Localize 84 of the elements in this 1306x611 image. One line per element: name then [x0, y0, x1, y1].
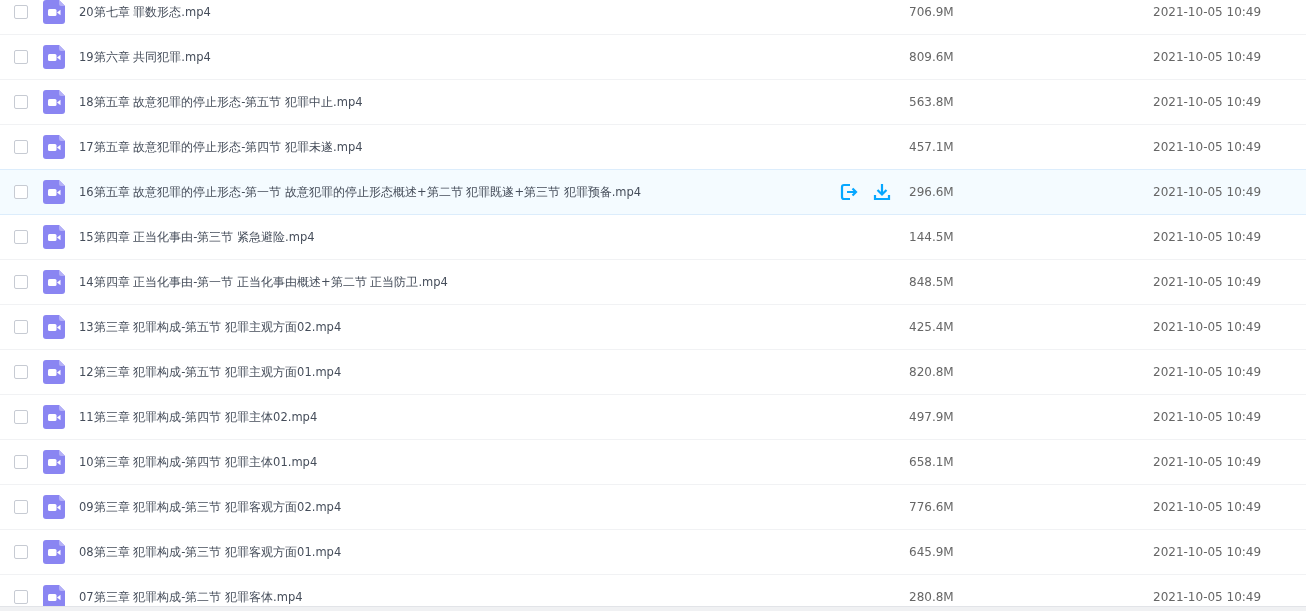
checkbox[interactable]: [14, 140, 28, 154]
file-size: 296.6M: [909, 185, 955, 199]
download-icon[interactable]: [872, 182, 892, 202]
modified-date: 2021-10-05 10:49: [1153, 185, 1262, 199]
checkbox[interactable]: [14, 365, 28, 379]
file-size: 563.8M: [909, 95, 955, 109]
file-size: 706.9M: [909, 5, 955, 19]
checkbox[interactable]: [14, 185, 28, 199]
file-row[interactable]: 11第三章 犯罪构成-第四节 犯罪主体02.mp4 497.9M 2021-10-05 10:49: [0, 395, 1306, 440]
file-row[interactable]: 10第三章 犯罪构成-第四节 犯罪主体01.mp4 658.1M 2021-10-05 10:49: [0, 440, 1306, 485]
video-file-icon: [43, 180, 65, 204]
video-file-icon: [43, 495, 65, 519]
file-name[interactable]: 17第五章 故意犯罪的停止形态-第四节 犯罪未遂.mp4: [79, 139, 839, 155]
file-row[interactable]: 20第七章 罪数形态.mp4 706.9M 2021-10-05 10:49: [0, 0, 1306, 35]
checkbox[interactable]: [14, 500, 28, 514]
modified-date: 2021-10-05 10:49: [1153, 365, 1262, 379]
modified-date: 2021-10-05 10:49: [1153, 410, 1262, 424]
video-file-icon: [43, 45, 65, 69]
video-file-icon: [43, 405, 65, 429]
file-name[interactable]: 08第三章 犯罪构成-第三节 犯罪客观方面01.mp4: [79, 544, 839, 560]
video-file-icon: [43, 135, 65, 159]
checkbox[interactable]: [14, 5, 28, 19]
modified-date: 2021-10-05 10:49: [1153, 50, 1262, 64]
file-row[interactable]: 15第四章 正当化事由-第三节 紧急避险.mp4 144.5M 2021-10-05 10:49: [0, 215, 1306, 260]
checkbox[interactable]: [14, 275, 28, 289]
file-size: 658.1M: [909, 455, 955, 469]
checkbox[interactable]: [14, 545, 28, 559]
share-icon[interactable]: [839, 182, 859, 202]
file-name[interactable]: 14第四章 正当化事由-第一节 正当化事由概述+第二节 正当防卫.mp4: [79, 274, 839, 290]
modified-date: 2021-10-05 10:49: [1153, 5, 1262, 19]
video-file-icon: [43, 0, 65, 24]
file-row[interactable]: 18第五章 故意犯罪的停止形态-第五节 犯罪中止.mp4 563.8M 2021-10-05 10:49: [0, 80, 1306, 125]
file-size: 848.5M: [909, 275, 955, 289]
video-file-icon: [43, 225, 65, 249]
checkbox[interactable]: [14, 50, 28, 64]
file-name[interactable]: 19第六章 共同犯罪.mp4: [79, 49, 839, 65]
modified-date: 2021-10-05 10:49: [1153, 500, 1262, 514]
file-size: 144.5M: [909, 230, 955, 244]
modified-date: 2021-10-05 10:49: [1153, 590, 1262, 604]
file-size: 809.6M: [909, 50, 955, 64]
file-size: 497.9M: [909, 410, 955, 424]
file-size: 645.9M: [909, 545, 955, 559]
file-row[interactable]: 09第三章 犯罪构成-第三节 犯罪客观方面02.mp4 776.6M 2021-10-05 10:49: [0, 485, 1306, 530]
file-row[interactable]: 14第四章 正当化事由-第一节 正当化事由概述+第二节 正当防卫.mp4 848.5M 2021-10-05 10:49: [0, 260, 1306, 305]
file-size: 776.6M: [909, 500, 955, 514]
video-file-icon: [43, 315, 65, 339]
video-file-icon: [43, 585, 65, 606]
file-row[interactable]: 19第六章 共同犯罪.mp4 809.6M 2021-10-05 10:49: [0, 35, 1306, 80]
checkbox[interactable]: [14, 455, 28, 469]
file-name[interactable]: 16第五章 故意犯罪的停止形态-第一节 故意犯罪的停止形态概述+第二节 犯罪既遂+第三节 犯罪预备.mp4: [79, 184, 839, 200]
file-name[interactable]: 12第三章 犯罪构成-第五节 犯罪主观方面01.mp4: [79, 364, 839, 380]
file-row-highlight[interactable]: 16第五章 故意犯罪的停止形态-第一节 故意犯罪的停止形态概述+第二节 犯罪既遂+第三节 犯罪预备.mp4 296.6M 2021-10-05 10:49: [0, 169, 1306, 215]
file-size: 820.8M: [909, 365, 955, 379]
checkbox[interactable]: [14, 95, 28, 109]
modified-date: 2021-10-05 10:49: [1153, 230, 1262, 244]
file-name[interactable]: 07第三章 犯罪构成-第二节 犯罪客体.mp4: [79, 589, 839, 605]
file-size: 280.8M: [909, 590, 955, 604]
modified-date: 2021-10-05 10:49: [1153, 140, 1262, 154]
file-row[interactable]: 08第三章 犯罪构成-第三节 犯罪客观方面01.mp4 645.9M 2021-10-05 10:49: [0, 530, 1306, 575]
modified-date: 2021-10-05 10:49: [1153, 455, 1262, 469]
modified-date: 2021-10-05 10:49: [1153, 320, 1262, 334]
file-row[interactable]: 12第三章 犯罪构成-第五节 犯罪主观方面01.mp4 820.8M 2021-10-05 10:49: [0, 350, 1306, 395]
video-file-icon: [43, 540, 65, 564]
modified-date: 2021-10-05 10:49: [1153, 95, 1262, 109]
modified-date: 2021-10-05 10:49: [1153, 545, 1262, 559]
file-name[interactable]: 10第三章 犯罪构成-第四节 犯罪主体01.mp4: [79, 454, 839, 470]
file-name[interactable]: 13第三章 犯罪构成-第五节 犯罪主观方面02.mp4: [79, 319, 839, 335]
file-name[interactable]: 20第七章 罪数形态.mp4: [79, 4, 839, 20]
checkbox[interactable]: [14, 410, 28, 424]
file-name[interactable]: 15第四章 正当化事由-第三节 紧急避险.mp4: [79, 229, 839, 245]
file-name[interactable]: 18第五章 故意犯罪的停止形态-第五节 犯罪中止.mp4: [79, 94, 839, 110]
modified-date: 2021-10-05 10:49: [1153, 275, 1262, 289]
file-size: 425.4M: [909, 320, 955, 334]
checkbox[interactable]: [14, 230, 28, 244]
video-file-icon: [43, 90, 65, 114]
checkbox[interactable]: [14, 590, 28, 604]
file-name[interactable]: 11第三章 犯罪构成-第四节 犯罪主体02.mp4: [79, 409, 839, 425]
video-file-icon: [43, 270, 65, 294]
video-file-icon: [43, 450, 65, 474]
video-file-icon: [43, 360, 65, 384]
file-size: 457.1M: [909, 140, 955, 154]
checkbox[interactable]: [14, 320, 28, 334]
file-name[interactable]: 09第三章 犯罪构成-第三节 犯罪客观方面02.mp4: [79, 499, 839, 515]
file-row[interactable]: 13第三章 犯罪构成-第五节 犯罪主观方面02.mp4 425.4M 2021-10-05 10:49: [0, 305, 1306, 350]
